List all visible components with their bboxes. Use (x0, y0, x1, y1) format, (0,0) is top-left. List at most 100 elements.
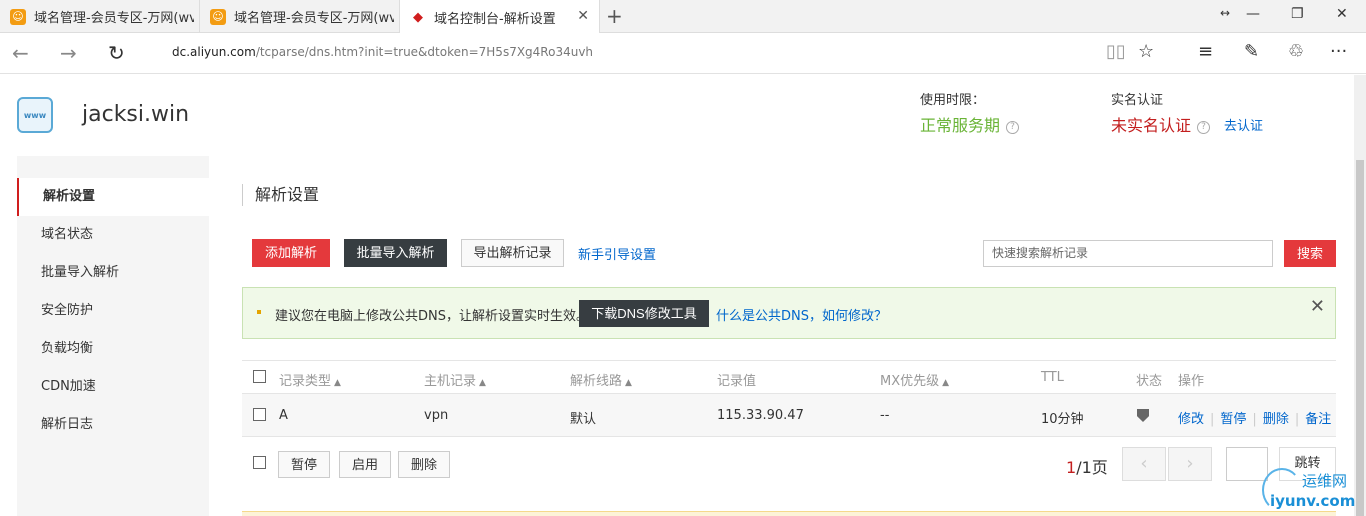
domain-name-title: jacksi.win (82, 102, 190, 127)
record-host: vpn (424, 408, 449, 423)
sidebar-item-load-balance[interactable]: 负载均衡 (17, 330, 209, 368)
col-host[interactable]: 主机记录 ▲ (424, 370, 486, 389)
guide-settings-link[interactable]: 新手引导设置 (578, 244, 656, 263)
more-icon[interactable]: ··· (1330, 41, 1347, 62)
col-line[interactable]: 解析线路 ▲ (570, 370, 632, 389)
col-label: 解析线路 (570, 374, 623, 389)
pause-record-link[interactable]: 暂停 (1220, 412, 1246, 427)
close-window-icon[interactable]: ✕ (1336, 6, 1348, 22)
forward-icon[interactable]: → (60, 41, 77, 65)
col-label: 记录类型 (279, 374, 332, 389)
sidebar-item-batch-import[interactable]: 批量导入解析 (17, 254, 209, 292)
browser-tab-title: 域名管理-会员专区-万网(wv (234, 11, 394, 26)
pager-info: 1/1页 (1066, 454, 1108, 478)
download-dns-tool-button[interactable]: 下载DNS修改工具 (579, 300, 709, 327)
col-mx[interactable]: MX优先级 ▲ (880, 370, 949, 389)
add-record-button[interactable]: 添加解析 (252, 239, 330, 267)
batch-delete-button[interactable]: 删除 (398, 451, 450, 478)
new-tab-icon[interactable]: + (606, 4, 623, 28)
batch-import-button[interactable]: 批量导入解析 (344, 239, 447, 267)
search-input[interactable]: 快速搜索解析记录 (983, 240, 1273, 267)
service-status-text: 正常服务期 (920, 116, 1001, 135)
aliyun-favicon-icon: ◆ (410, 9, 426, 25)
url-host: dc.aliyun.com (172, 45, 256, 59)
watermark: 运维网 iyunv.com (1262, 468, 1358, 514)
pager-current: 1 (1066, 458, 1077, 477)
service-period-label: 使用时限： (920, 93, 986, 108)
help-question-icon[interactable]: ? (1006, 121, 1020, 134)
note-record-link[interactable]: 备注 (1305, 412, 1331, 427)
maximize-icon[interactable]: ❐ (1291, 6, 1304, 22)
col-record-type[interactable]: 记录类型 ▲ (279, 370, 341, 389)
favorite-star-icon[interactable]: ☆ (1138, 41, 1154, 62)
sidebar: 解析设置 域名状态 批量导入解析 安全防护 负载均衡 CDN加速 解析日志 (17, 156, 209, 516)
bullet-icon (257, 310, 261, 314)
pager-total: /1页 (1076, 458, 1108, 477)
col-operations: 操作 (1178, 374, 1205, 389)
page-scrollbar[interactable] (1354, 75, 1366, 516)
scrollbar-thumb[interactable] (1356, 160, 1364, 516)
table-footer: 暂停 启用 删除 1/1页 ‹ › 跳转 (242, 437, 1336, 487)
what-is-public-dns-link[interactable]: 什么是公共DNS，如何修改？ (716, 305, 887, 324)
browser-tab-title: 域名控制台-解析设置 (434, 11, 556, 27)
public-dns-notice: 建议您在电脑上修改公共DNS，让解析设置实时生效。 下载DNS修改工具 什么是公… (242, 287, 1336, 339)
shield-icon (1137, 409, 1149, 422)
share-icon[interactable]: ♲ (1288, 41, 1304, 62)
footer-select-all-checkbox[interactable] (253, 456, 266, 469)
select-all-checkbox[interactable] (253, 370, 266, 383)
next-page-button[interactable]: › (1168, 447, 1212, 481)
reading-view-icon[interactable]: ▯▯ (1106, 41, 1126, 62)
sidebar-item-dns-settings[interactable]: 解析设置 (17, 178, 209, 216)
page-title: 解析设置 (242, 184, 319, 206)
logo-text: www (23, 110, 47, 120)
close-tab-icon[interactable]: ✕ (577, 8, 589, 24)
edit-record-link[interactable]: 修改 (1178, 412, 1204, 427)
col-label: MX优先级 (880, 374, 940, 389)
sidebar-item-cdn[interactable]: CDN加速 (17, 368, 209, 406)
browser-tab-1[interactable]: ☺ 域名管理-会员专区-万网(wv (0, 0, 200, 33)
browser-tab-bar: ☺ 域名管理-会员专区-万网(wv ☺ 域名管理-会员专区-万网(wv ◆ 域名… (0, 0, 1366, 34)
dns-records-table: 记录类型 ▲ 主机记录 ▲ 解析线路 ▲ 记录值 MX优先级 ▲ TTL 状态 操作 A… (242, 360, 1336, 485)
wanwang-favicon-icon: ☺ (10, 8, 26, 25)
wanwang-favicon-icon: ☺ (210, 8, 226, 25)
realname-status: 未实名认证? (1111, 112, 1211, 136)
record-ttl: 10分钟 (1041, 412, 1084, 427)
browser-address-bar: ← → ↻ dc.aliyun.com/tcparse/dns.htm?init… (0, 33, 1366, 74)
delete-record-link[interactable]: 删除 (1263, 412, 1289, 427)
help-question-icon[interactable]: ? (1197, 121, 1211, 134)
refresh-icon[interactable]: ↻ (108, 41, 125, 65)
warning-bar (242, 511, 1336, 516)
sort-up-icon: ▲ (625, 378, 632, 388)
sidebar-item-dns-log[interactable]: 解析日志 (17, 406, 209, 444)
browser-tab-title: 域名管理-会员专区-万网(wv (34, 11, 194, 26)
col-value: 记录值 (717, 374, 757, 389)
minimize-icon[interactable]: — (1246, 6, 1260, 22)
batch-enable-button[interactable]: 启用 (339, 451, 391, 478)
verify-realname-link[interactable]: 去认证 (1224, 115, 1263, 134)
browser-tab-3-active[interactable]: ◆ 域名控制台-解析设置 ✕ (400, 0, 600, 34)
close-notice-icon[interactable]: ✕ (1310, 296, 1325, 317)
record-value: 115.33.90.47 (717, 408, 804, 423)
batch-pause-button[interactable]: 暂停 (278, 451, 330, 478)
realname-label: 实名认证 (1111, 93, 1164, 108)
url-path: /tcparse/dns.htm?init=true&dtoken=7H5s7X… (255, 45, 594, 59)
notice-text: 建议您在电脑上修改公共DNS，让解析设置实时生效。 (275, 309, 589, 324)
resize-arrows-icon[interactable]: ↔ (1220, 6, 1230, 20)
browser-tab-2[interactable]: ☺ 域名管理-会员专区-万网(wv (200, 0, 400, 33)
search-button[interactable]: 搜索 (1284, 240, 1336, 267)
realname-status-text: 未实名认证 (1111, 116, 1192, 135)
sidebar-item-domain-status[interactable]: 域名状态 (17, 216, 209, 254)
prev-page-button[interactable]: ‹ (1122, 447, 1166, 481)
hub-menu-icon[interactable]: ≡ (1198, 41, 1213, 62)
export-records-button[interactable]: 导出解析记录 (461, 239, 564, 267)
record-operations: 修改 | 暂停 | 删除 | 备注 (1178, 412, 1332, 427)
sidebar-item-security[interactable]: 安全防护 (17, 292, 209, 330)
url-input[interactable]: dc.aliyun.com/tcparse/dns.htm?init=true&… (172, 45, 593, 59)
col-label: 主机记录 (424, 374, 477, 389)
web-note-icon[interactable]: ✎ (1244, 41, 1259, 62)
col-status: 状态 (1136, 374, 1163, 389)
col-ttl: TTL (1041, 370, 1064, 385)
sort-up-icon: ▲ (942, 378, 950, 388)
back-icon[interactable]: ← (12, 41, 29, 65)
row-checkbox[interactable] (253, 408, 266, 421)
